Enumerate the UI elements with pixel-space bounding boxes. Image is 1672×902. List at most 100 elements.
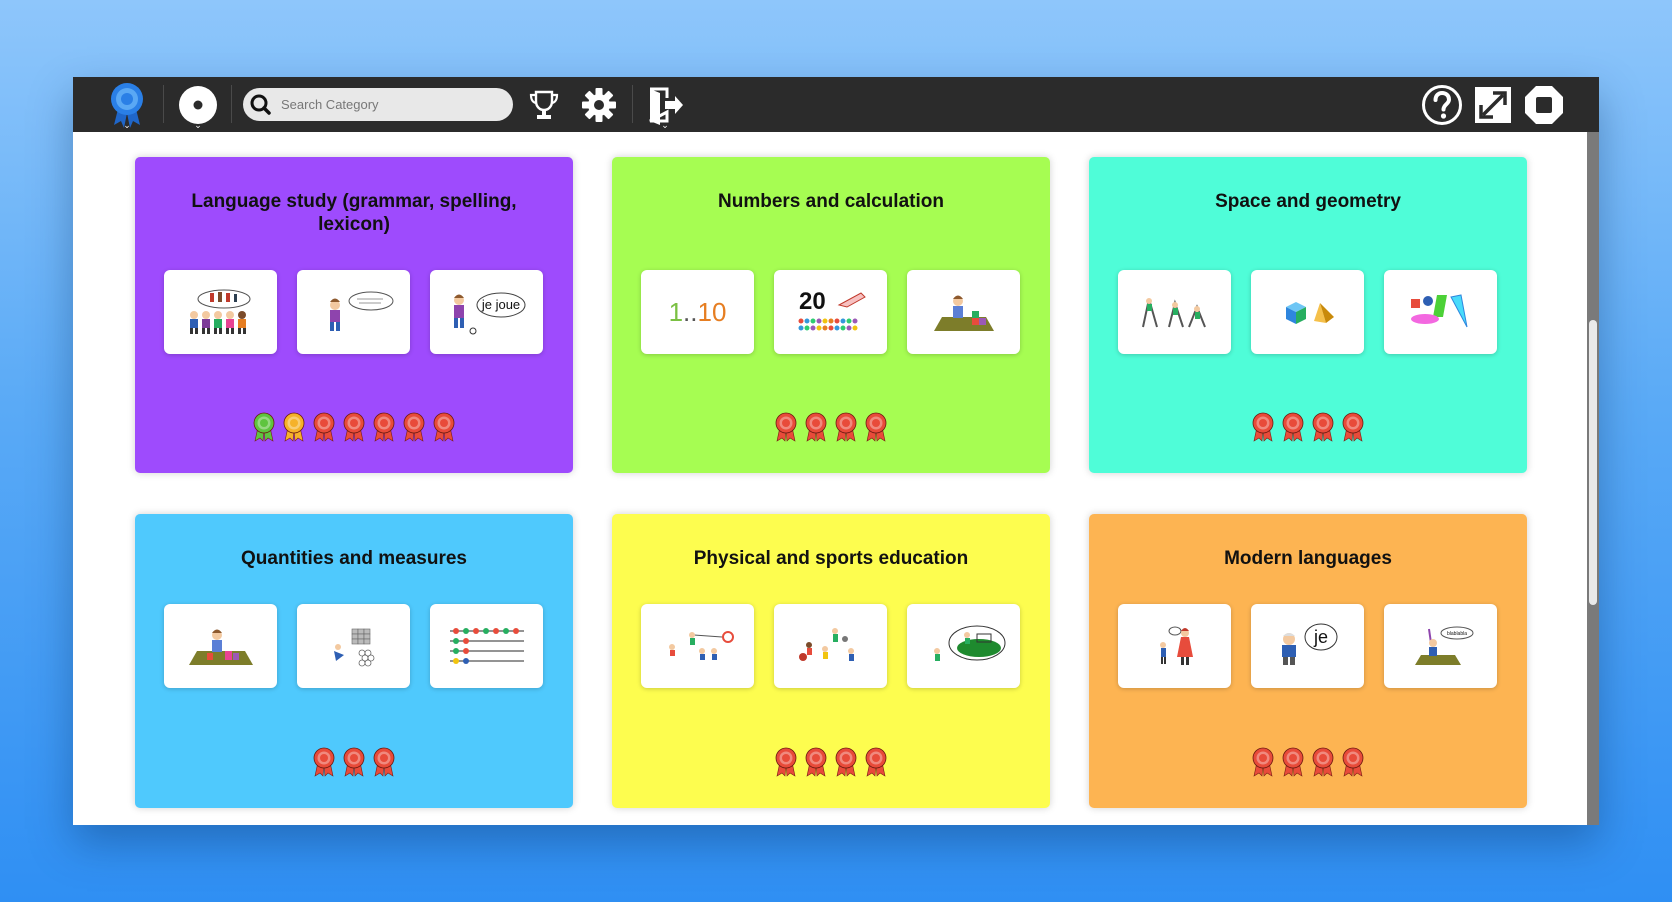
gold-award-ribbon-icon <box>283 412 305 442</box>
activity-tile[interactable]: 1..10 <box>641 270 754 354</box>
category-title: Numbers and calculation <box>718 191 944 212</box>
fullscreen-icon <box>1475 86 1511 123</box>
scrollbar-thumb[interactable] <box>1589 320 1597 605</box>
red-award-ribbon-icon <box>373 412 395 442</box>
stop-button[interactable] <box>1521 77 1567 132</box>
search-input[interactable] <box>277 88 503 121</box>
vertical-scrollbar[interactable] <box>1587 132 1599 825</box>
toolbar-divider <box>163 85 164 123</box>
activity-tile[interactable] <box>1251 270 1364 354</box>
red-award-ribbon-icon <box>835 412 857 442</box>
speech-bubble-text: je <box>1312 627 1327 647</box>
kid-blocks-icon <box>933 295 994 331</box>
red-award-ribbon-icon <box>433 412 455 442</box>
awards-row <box>135 412 573 442</box>
category-grid: Language study (grammar, spelling, lexic… <box>73 132 1587 825</box>
activity-tile[interactable] <box>1118 604 1231 688</box>
activity-tile[interactable] <box>430 604 543 688</box>
red-award-ribbon-icon <box>343 412 365 442</box>
red-award-ribbon-icon <box>775 747 797 777</box>
category-card-quantities[interactable]: Quantities and measures <box>135 514 573 808</box>
red-award-ribbon-icon <box>403 412 425 442</box>
activity-tile[interactable] <box>774 604 887 688</box>
activity-tile[interactable] <box>164 270 277 354</box>
activity-tile[interactable] <box>1384 270 1497 354</box>
category-title: Language study (grammar, spelling, lexic… <box>191 191 517 235</box>
exit-button[interactable]: ⌄ <box>643 77 687 132</box>
chevron-down-icon: ⌄ <box>194 120 202 130</box>
awards-row <box>135 747 573 777</box>
category-title: Modern languages <box>1224 548 1392 569</box>
activity-tile[interactable] <box>907 270 1020 354</box>
red-award-ribbon-icon <box>865 412 887 442</box>
activity-tile[interactable] <box>641 604 754 688</box>
counting-dots: .. <box>683 296 698 327</box>
activity-tile[interactable] <box>164 604 277 688</box>
grandpa-je-icon: je <box>1281 623 1337 665</box>
cube-pyramid-icon <box>1285 302 1334 324</box>
activity-tile[interactable] <box>297 604 410 688</box>
activity-tile[interactable] <box>907 604 1020 688</box>
category-card-sports[interactable]: Physical and sports education <box>612 514 1050 808</box>
kid-speech-bubble-icon: je joue <box>453 292 525 335</box>
help-icon <box>1422 84 1462 125</box>
red-award-ribbon-icon <box>1312 747 1334 777</box>
archery-kids-icon <box>668 631 734 660</box>
award-menu-button[interactable]: ⌄ <box>107 77 147 132</box>
red-award-ribbon-icon <box>343 747 365 777</box>
category-card-numbers[interactable]: Numbers and calculation 1..10 20 <box>612 157 1050 473</box>
category-card-language-study[interactable]: Language study (grammar, spelling, lexic… <box>135 157 573 473</box>
awards-row <box>1089 412 1527 442</box>
chevron-down-icon: ⌄ <box>661 120 669 130</box>
category-title: Space and geometry <box>1215 191 1401 212</box>
stacks-icon <box>333 628 374 667</box>
fullscreen-button[interactable] <box>1471 77 1515 132</box>
app-window: ⌄ ⌄ Search Category ⌄ Language study (gr… <box>73 77 1599 825</box>
category-title: Quantities and measures <box>241 548 467 569</box>
counting-start: 1 <box>668 296 684 327</box>
teacher-kid-icon <box>1159 626 1193 665</box>
kids-climbing-icon <box>1141 298 1206 328</box>
ball-game-icon <box>798 628 854 661</box>
category-card-modern-languages[interactable]: Modern languages je blablabla <box>1089 514 1527 808</box>
speech-kid-icon <box>329 291 393 331</box>
category-card-space-geometry[interactable]: Space and geometry <box>1089 157 1527 473</box>
trophy-button[interactable] <box>524 77 564 132</box>
toolbar-divider <box>231 85 232 123</box>
red-award-ribbon-icon <box>835 747 857 777</box>
help-button[interactable] <box>1419 77 1465 132</box>
kid-blackboard-icon: blablabla <box>1414 626 1473 665</box>
awards-row <box>612 747 1050 777</box>
activity-tile[interactable] <box>297 270 410 354</box>
activity-tile[interactable]: je <box>1251 604 1364 688</box>
red-award-ribbon-icon <box>805 412 827 442</box>
gear-icon <box>582 87 616 122</box>
counting-end: 10 <box>697 296 727 327</box>
speech-bubble-text: je joue <box>480 297 519 312</box>
red-award-ribbon-icon <box>1342 412 1364 442</box>
settings-button[interactable] <box>578 77 620 132</box>
disc-menu-button[interactable]: ⌄ <box>177 77 219 132</box>
search-box <box>243 88 513 121</box>
activity-tile[interactable]: 20 <box>774 270 887 354</box>
abacus-icon <box>449 628 524 664</box>
twenty-beads-icon: 20 <box>798 288 866 331</box>
activity-tile[interactable]: je joue <box>430 270 543 354</box>
activity-tile[interactable]: blablabla <box>1384 604 1497 688</box>
red-award-ribbon-icon <box>865 747 887 777</box>
red-award-ribbon-icon <box>373 747 395 777</box>
awards-row <box>612 412 1050 442</box>
red-award-ribbon-icon <box>805 747 827 777</box>
red-award-ribbon-icon <box>1312 412 1334 442</box>
red-award-ribbon-icon <box>775 412 797 442</box>
toolbar-divider <box>632 85 633 123</box>
red-award-ribbon-icon <box>313 747 335 777</box>
chevron-down-icon: ⌄ <box>123 120 131 130</box>
activity-tile[interactable] <box>1118 270 1231 354</box>
counting-icon: 1..10 <box>669 297 727 328</box>
toolbar: ⌄ ⌄ Search Category ⌄ <box>73 77 1599 132</box>
green-award-ribbon-icon <box>253 412 275 442</box>
awards-row <box>1089 747 1527 777</box>
colored-shapes-icon <box>1410 294 1467 328</box>
kid-weights-icon <box>188 629 253 665</box>
